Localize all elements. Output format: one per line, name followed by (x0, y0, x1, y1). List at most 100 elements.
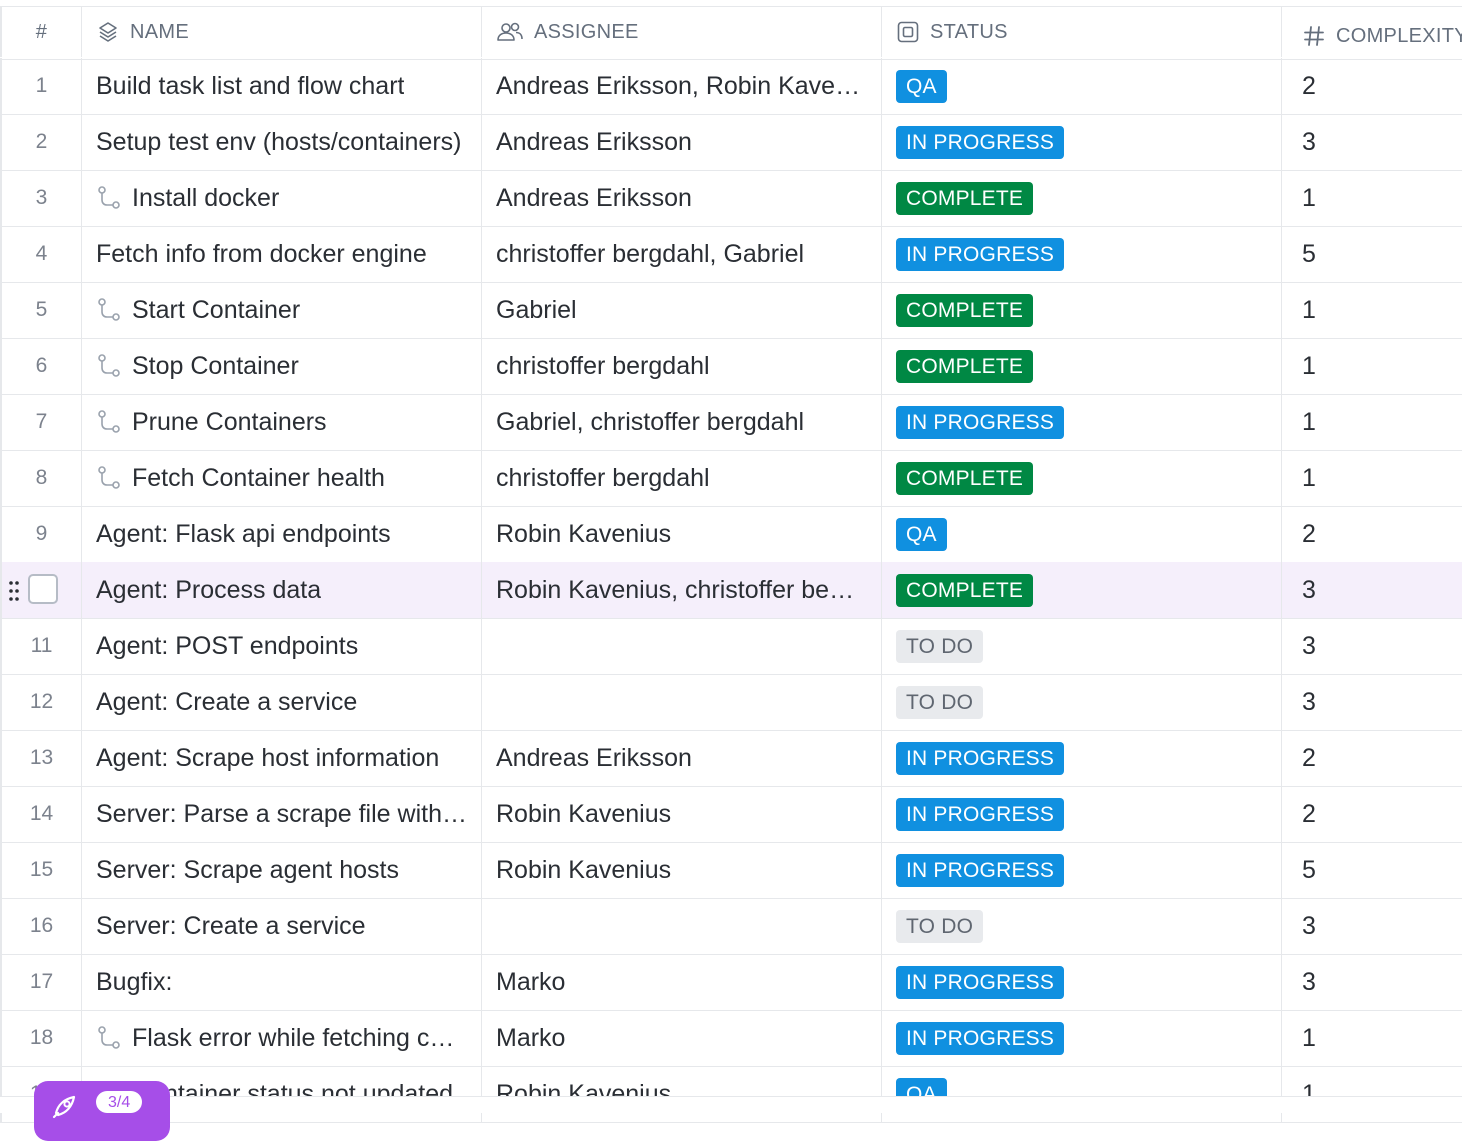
status-cell[interactable]: TO DO (882, 674, 1282, 730)
complexity-cell[interactable]: 2 (1282, 58, 1462, 114)
header-assignee[interactable]: ASSIGNEE (482, 7, 882, 57)
task-name-cell[interactable]: Agent: Process data (82, 562, 482, 618)
table-row[interactable]: 2 Setup test env (hosts/containers) Andrea… (0, 114, 1462, 171)
header-status[interactable]: STATUS (882, 7, 1282, 57)
status-cell[interactable]: COMPLETE (882, 450, 1282, 506)
complexity-cell[interactable]: 2 (1282, 506, 1462, 562)
table-row[interactable]: 5 Start Container Gabriel COMPLETE 1 (0, 282, 1462, 339)
complexity-cell[interactable]: 1 (1282, 338, 1462, 394)
status-badge[interactable]: TO DO (896, 909, 984, 943)
assignee-cell[interactable]: Andreas Eriksson (482, 730, 882, 786)
task-name-cell[interactable]: Agent: Create a service (82, 674, 482, 730)
status-cell[interactable]: IN PROGRESS (882, 786, 1282, 842)
status-cell[interactable]: IN PROGRESS (882, 730, 1282, 786)
status-badge[interactable]: COMPLETE (896, 461, 1034, 495)
assignee-cell[interactable] (482, 898, 882, 954)
complexity-cell[interactable]: 3 (1282, 898, 1462, 954)
assignee-cell[interactable]: Gabriel, christoffer bergdahl (482, 394, 882, 450)
status-badge[interactable]: TO DO (896, 629, 984, 663)
assignee-cell[interactable]: Andreas Eriksson (482, 170, 882, 226)
status-badge[interactable]: COMPLETE (896, 293, 1034, 327)
assignee-cell[interactable]: Robin Kavenius (482, 842, 882, 898)
status-badge[interactable]: COMPLETE (896, 573, 1034, 607)
table-row[interactable]: 3 Install docker Andreas Eriksson COMPLETE 1 (0, 170, 1462, 227)
assignee-cell[interactable]: Robin Kavenius (482, 506, 882, 562)
header-name[interactable]: NAME (82, 7, 482, 57)
complexity-cell[interactable]: 2 (1282, 730, 1462, 786)
table-row[interactable]: 8 Fetch Container health christoffer bergd… (0, 450, 1462, 507)
task-name-cell[interactable]: Setup test env (hosts/containers) (82, 114, 482, 170)
assignee-cell[interactable]: Andreas Eriksson (482, 114, 882, 170)
status-cell[interactable]: IN PROGRESS (882, 954, 1282, 1010)
status-cell[interactable]: COMPLETE (882, 282, 1282, 338)
task-name-cell[interactable]: Prune Containers (82, 394, 482, 450)
status-badge[interactable]: COMPLETE (896, 349, 1034, 383)
row-checkbox[interactable] (28, 574, 58, 604)
table-row[interactable]: 6 Stop Container christoffer bergdahl COMPL… (0, 338, 1462, 395)
complexity-cell[interactable]: 1 (1282, 450, 1462, 506)
status-cell[interactable]: IN PROGRESS (882, 1010, 1282, 1066)
task-name-cell[interactable]: Build task list and flow chart (82, 58, 482, 114)
status-cell[interactable]: COMPLETE (882, 170, 1282, 226)
status-badge[interactable]: IN PROGRESS (896, 853, 1065, 887)
assignee-cell[interactable] (482, 674, 882, 730)
status-badge[interactable]: QA (896, 69, 947, 103)
status-badge[interactable]: COMPLETE (896, 181, 1034, 215)
status-badge[interactable]: IN PROGRESS (896, 965, 1065, 999)
status-cell[interactable]: QA (882, 58, 1282, 114)
table-row[interactable]: 12 Agent: Create a service TO DO 3 (0, 674, 1462, 731)
status-badge[interactable]: QA (896, 517, 947, 551)
assignee-cell[interactable]: Gabriel (482, 282, 882, 338)
table-row[interactable]: Agent: Process data Robin Kavenius, chris… (0, 562, 1462, 619)
assignee-cell[interactable]: christoffer bergdahl, Gabriel (482, 226, 882, 282)
assignee-cell[interactable]: Andreas Eriksson, Robin Kavenius (482, 58, 882, 114)
table-row[interactable]: 19Container status not updatedRobin Kave… (0, 1066, 1462, 1123)
status-cell[interactable]: IN PROGRESS (882, 842, 1282, 898)
status-cell[interactable]: QA (882, 506, 1282, 562)
table-row[interactable]: 14 Server: Parse a scrape file with data R… (0, 786, 1462, 843)
table-row[interactable]: 16 Server: Create a service TO DO 3 (0, 898, 1462, 955)
status-badge[interactable]: TO DO (896, 685, 984, 719)
task-name-cell[interactable]: Server: Parse a scrape file with data (82, 786, 482, 842)
complexity-cell[interactable]: 5 (1282, 842, 1462, 898)
status-cell[interactable]: COMPLETE (882, 562, 1282, 618)
table-row[interactable]: 4 Fetch info from docker engine christoffe… (0, 226, 1462, 283)
status-cell[interactable]: TO DO (882, 898, 1282, 954)
task-name-cell[interactable]: Fetch info from docker engine (82, 226, 482, 282)
complexity-cell[interactable]: 1 (1282, 394, 1462, 450)
complexity-cell[interactable]: 5 (1282, 226, 1462, 282)
task-name-cell[interactable]: Flask error while fetching container (82, 1010, 482, 1066)
status-badge[interactable]: IN PROGRESS (896, 741, 1065, 775)
complexity-cell[interactable]: 3 (1282, 954, 1462, 1010)
assignee-cell[interactable]: Robin Kavenius (482, 786, 882, 842)
task-name-cell[interactable]: Stop Container (82, 338, 482, 394)
status-cell[interactable]: IN PROGRESS (882, 394, 1282, 450)
status-cell[interactable]: IN PROGRESS (882, 114, 1282, 170)
assignee-cell[interactable]: Robin Kavenius, christoffer bergdahl (482, 562, 882, 618)
assignee-cell[interactable]: christoffer bergdahl (482, 450, 882, 506)
table-row[interactable]: 17 Bugfix: Marko IN PROGRESS 3 (0, 954, 1462, 1011)
task-name-cell[interactable]: Agent: Scrape host information (82, 730, 482, 786)
status-badge[interactable]: IN PROGRESS (896, 405, 1065, 439)
complexity-cell[interactable]: 3 (1282, 562, 1462, 618)
status-cell[interactable]: QA (882, 1066, 1282, 1122)
complexity-cell[interactable]: 2 (1282, 786, 1462, 842)
task-name-cell[interactable]: Server: Scrape agent hosts (82, 842, 482, 898)
task-name-cell[interactable]: Bugfix: (82, 954, 482, 1010)
table-row[interactable]: 9 Agent: Flask api endpoints Robin Kaveniu… (0, 506, 1462, 563)
assignee-cell[interactable] (482, 618, 882, 674)
assignee-cell[interactable]: Marko (482, 1010, 882, 1066)
task-name-cell[interactable]: Start Container (82, 282, 482, 338)
status-cell[interactable]: TO DO (882, 618, 1282, 674)
header-complexity[interactable]: COMPLEXITY (1282, 7, 1462, 57)
task-name-cell[interactable]: Agent: POST endpoints (82, 618, 482, 674)
table-row[interactable]: 18 Flask error while fetching container Ma… (0, 1010, 1462, 1067)
table-row[interactable]: 11 Agent: POST endpoints TO DO 3 (0, 618, 1462, 675)
complexity-cell[interactable]: 3 (1282, 114, 1462, 170)
status-cell[interactable]: COMPLETE (882, 338, 1282, 394)
status-badge[interactable]: IN PROGRESS (896, 237, 1065, 271)
task-name-cell[interactable]: Install docker (82, 170, 482, 226)
table-row[interactable]: 7 Prune Containers Gabriel, christoffer be… (0, 394, 1462, 451)
table-row[interactable]: 1 Build task list and flow chart Andreas E… (0, 58, 1462, 115)
task-name-cell[interactable]: Fetch Container health (82, 450, 482, 506)
